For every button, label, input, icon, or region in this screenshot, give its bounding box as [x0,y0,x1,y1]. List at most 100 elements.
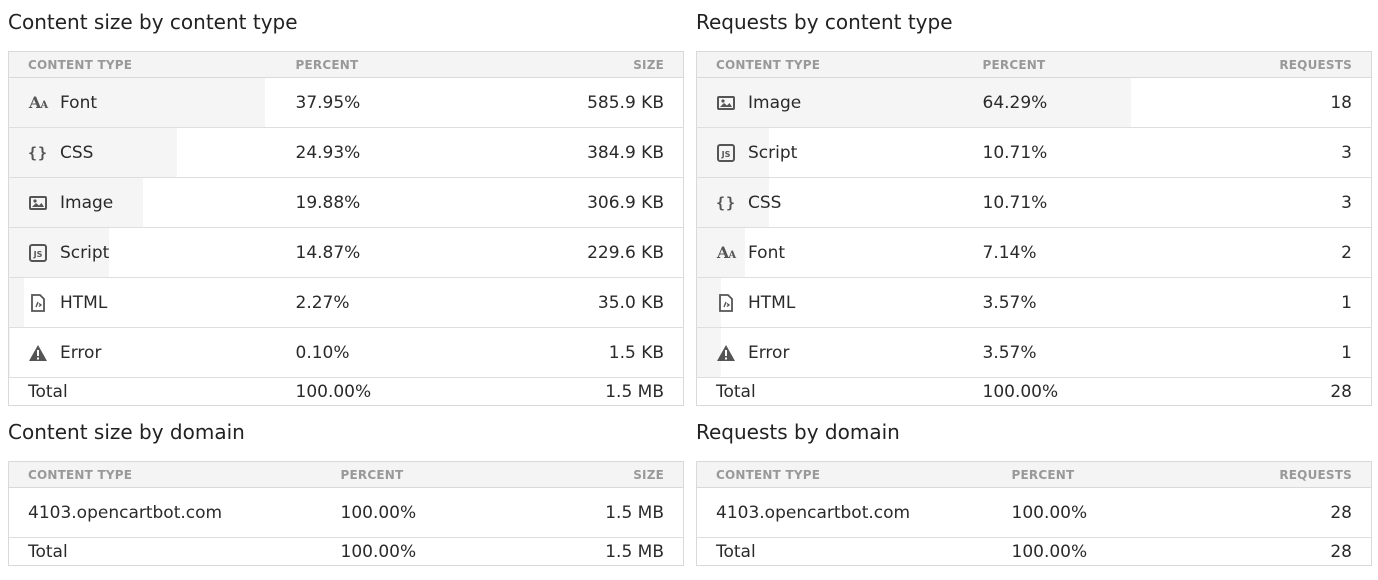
panel-title: Content size by content type [8,10,298,34]
type-content: 4103.opencartbot.com [9,503,303,523]
percent-column-header[interactable]: PERCENT [963,51,1164,78]
type-content: JS Script [9,243,258,263]
percent-cell: 0.10% [276,327,477,378]
total-percent: 100.00% [982,381,1059,402]
type-content: JS Script [697,143,945,163]
type-cell: Image [8,177,277,228]
value-cell: 1.5 MB [521,487,684,538]
percent-column-header[interactable]: PERCENT [992,461,1193,488]
type-label: Error [60,342,102,363]
value-cell: 3 [1163,127,1372,178]
value-column-header[interactable]: SIZE [521,461,684,488]
table-row: AA Font 7.14% 2 [696,227,1372,278]
table-row: Image 19.88% 306.9 KB [8,177,684,228]
value-cell: 18 [1163,77,1372,128]
percent-cell: 64.29% [963,77,1164,128]
value-cell: 28 [1192,487,1372,538]
css-icon: {} [27,143,49,162]
type-label: Font [60,92,98,113]
panel-title: Content size by domain [8,420,245,444]
svg-text:JS: JS [721,150,731,159]
table-row: {} CSS 10.71% 3 [696,177,1372,228]
value-column-header[interactable]: REQUESTS [1163,51,1372,78]
type-label: Script [60,242,110,263]
script-icon: JS [28,243,48,263]
warning-icon [716,343,736,363]
percent-column-header[interactable]: PERCENT [276,51,477,78]
value-column-header[interactable]: SIZE [476,51,684,78]
script-icon: JS [716,143,736,163]
value-column-header[interactable]: REQUESTS [1192,461,1372,488]
type-label: 4103.opencartbot.com [716,502,911,523]
type-content: Error [697,343,945,363]
total-label: Total [28,381,68,402]
type-content: Error [9,343,258,363]
css-icon: {} [715,193,737,212]
percent-cell: 19.88% [276,177,477,228]
percent-cell: 2.27% [276,277,477,328]
type-content: 4103.opencartbot.com [697,503,974,523]
type-cell: 4103.opencartbot.com [696,487,993,538]
total-value: 1.5 MB [605,541,664,562]
type-cell: {} CSS [8,127,277,178]
type-content: AA Font [9,93,258,113]
header-row: CONTENT TYPE PERCENT SIZE [8,51,684,78]
total-row: Total 100.00% 28 [697,378,1372,406]
type-column-header[interactable]: CONTENT TYPE [696,461,993,488]
font-icon: AA [716,243,736,262]
percent-cell: 37.95% [276,77,477,128]
requests-by-type-panel: Requests by content type [696,10,1371,34]
type-label: Error [748,342,790,363]
requests-by-domain-table: CONTENT TYPE PERCENT REQUESTS 4103.opencart… [696,461,1372,566]
header-row: CONTENT TYPE PERCENT REQUESTS [696,461,1372,488]
percent-cell: 7.14% [963,227,1164,278]
warning-icon [28,343,48,363]
requests-by-type-table: CONTENT TYPE PERCENT REQUESTS Image 64.29% 18… [696,51,1372,406]
value-cell: 1.5 KB [476,327,684,378]
percent-cell: 10.71% [963,177,1164,228]
type-label: 4103.opencartbot.com [28,502,223,523]
table-row: HTML 2.27% 35.0 KB [8,277,684,328]
value-cell: 2 [1163,227,1372,278]
total-label: Total [716,381,756,402]
header-row: CONTENT TYPE PERCENT SIZE [8,461,684,488]
size-by-domain-table: CONTENT TYPE PERCENT SIZE 4103.opencartbot.… [8,461,684,566]
table-row: 4103.opencartbot.com 100.00% 1.5 MB [8,487,684,538]
svg-text:JS: JS [33,250,43,259]
value-cell: 384.9 KB [476,127,684,178]
table-row: JS Script 14.87% 229.6 KB [8,227,684,278]
percent-cell: 100.00% [321,487,522,538]
percent-cell: 24.93% [276,127,477,178]
type-content: Image [9,193,258,213]
type-column-header[interactable]: CONTENT TYPE [696,51,964,78]
percent-cell: 3.57% [963,327,1164,378]
value-cell: 35.0 KB [476,277,684,328]
total-percent: 100.00% [295,381,372,402]
type-label: HTML [748,292,796,313]
type-label: HTML [60,292,108,313]
percent-column-header[interactable]: PERCENT [321,461,522,488]
type-cell: HTML [8,277,277,328]
total-row: Total 100.00% 28 [697,538,1372,566]
percent-cell: 10.71% [963,127,1164,178]
requests-by-domain-panel: Requests by domain [696,420,1371,444]
table-row: JS Script 10.71% 3 [696,127,1372,178]
total-label: Total [716,541,756,562]
image-icon [716,93,736,113]
total-value: 28 [1330,541,1352,562]
value-cell: 585.9 KB [476,77,684,128]
total-percent: 100.00% [340,541,417,562]
value-cell: 229.6 KB [476,227,684,278]
percent-cell: 100.00% [992,487,1193,538]
total-value: 28 [1330,381,1352,402]
panel-title: Requests by domain [696,420,900,444]
value-cell: 3 [1163,177,1372,228]
percent-cell: 3.57% [963,277,1164,328]
type-content: {} CSS [9,143,258,163]
total-label: Total [28,541,68,562]
type-column-header[interactable]: CONTENT TYPE [8,51,277,78]
type-label: Script [748,142,798,163]
type-column-header[interactable]: CONTENT TYPE [8,461,322,488]
table-row: Image 64.29% 18 [696,77,1372,128]
total-value: 1.5 MB [605,381,664,402]
